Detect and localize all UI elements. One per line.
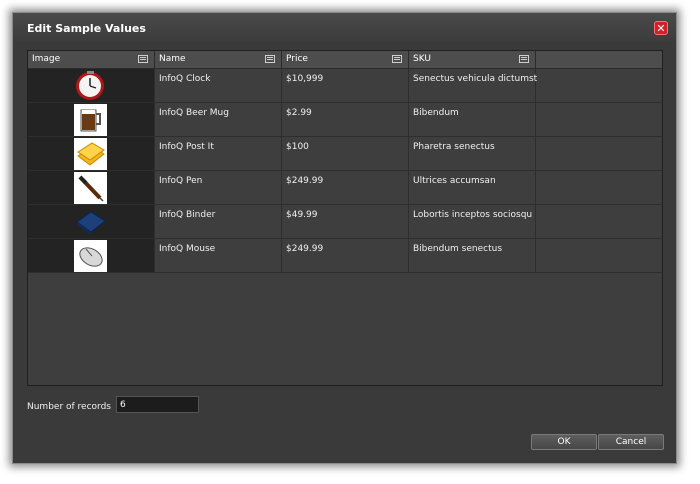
table-row[interactable]: InfoQ Post It $100 Pharetra senectus [28,137,662,171]
edit-sample-values-dialog: Edit Sample Values ✕ Image Name Price SK… [12,12,677,464]
dialog-title: Edit Sample Values [27,22,146,35]
cell-value: Senectus vehicula dictumst [413,74,538,84]
empty-cell [536,171,662,205]
cell-value: $249.99 [286,176,324,186]
image-cell[interactable] [28,171,155,205]
column-filter-icon[interactable] [265,55,275,63]
price-cell[interactable]: $249.99 [282,171,409,205]
name-cell[interactable]: InfoQ Post It [155,137,282,171]
image-cell[interactable] [28,239,155,273]
empty-cell [536,205,662,239]
price-cell[interactable]: $2.99 [282,103,409,137]
empty-cell [536,137,662,171]
image-cell[interactable] [28,69,155,103]
empty-cell [536,103,662,137]
empty-cell [536,239,662,273]
column-header-label: Price [286,54,308,64]
price-cell[interactable]: $249.99 [282,239,409,273]
cell-value: InfoQ Binder [159,210,216,220]
cell-value: Ultrices accumsan [413,176,496,186]
cell-value: InfoQ Post It [159,142,214,152]
name-cell[interactable]: InfoQ Beer Mug [155,103,282,137]
image-cell[interactable] [28,103,155,137]
sku-cell[interactable]: Lobortis inceptos sociosqu [409,205,536,239]
name-cell[interactable]: InfoQ Pen [155,171,282,205]
column-header-label: Name [159,54,186,64]
post-it-icon [74,138,107,170]
cell-value: $10,999 [286,74,324,84]
pen-icon [74,172,107,204]
image-cell[interactable] [28,205,155,239]
sku-cell[interactable]: Pharetra senectus [409,137,536,171]
column-header-price[interactable]: Price [282,51,409,69]
column-header-empty [536,51,662,69]
beer-mug-icon [74,104,107,136]
column-header-name[interactable]: Name [155,51,282,69]
column-header-label: SKU [413,54,431,64]
cell-value: $2.99 [286,108,312,118]
sku-cell[interactable]: Bibendum [409,103,536,137]
price-cell[interactable]: $10,999 [282,69,409,103]
clock-icon [74,70,107,102]
close-icon: ✕ [656,22,666,35]
price-cell[interactable]: $49.99 [282,205,409,239]
cell-value: InfoQ Beer Mug [159,108,229,118]
cell-value: $100 [286,142,309,152]
cell-value: InfoQ Mouse [159,244,216,254]
records-input[interactable] [116,396,199,413]
cell-value: Lobortis inceptos sociosqu [413,210,533,220]
cell-value: $49.99 [286,210,318,220]
binder-icon [74,206,107,238]
sku-cell[interactable]: Bibendum senectus [409,239,536,273]
ok-button[interactable]: OK [531,434,597,450]
column-header-label: Image [32,54,61,64]
column-options-icon[interactable] [138,55,148,63]
cell-value: InfoQ Pen [159,176,203,186]
name-cell[interactable]: InfoQ Clock [155,69,282,103]
close-button[interactable]: ✕ [654,21,668,35]
sku-cell[interactable]: Senectus vehicula dictumst [409,69,538,103]
mouse-icon [74,240,107,272]
cell-value: $249.99 [286,244,324,254]
table-row[interactable]: InfoQ Beer Mug $2.99 Bibendum [28,103,662,137]
image-cell[interactable] [28,137,155,171]
column-header-image[interactable]: Image [28,51,155,69]
name-cell[interactable]: InfoQ Mouse [155,239,282,273]
price-cell[interactable]: $100 [282,137,409,171]
name-cell[interactable]: InfoQ Binder [155,205,282,239]
cell-value: Bibendum [413,108,459,118]
table-row[interactable]: InfoQ Clock $10,999 Senectus vehicula di… [28,69,662,103]
column-filter-icon[interactable] [519,55,529,63]
column-filter-icon[interactable] [392,55,402,63]
table-row[interactable]: InfoQ Pen $249.99 Ultrices accumsan [28,171,662,205]
column-header-sku[interactable]: SKU [409,51,536,69]
empty-cell [536,69,662,103]
cell-value: Pharetra senectus [413,142,495,152]
cell-value: Bibendum senectus [413,244,503,254]
table-row[interactable]: InfoQ Binder $49.99 Lobortis inceptos so… [28,205,662,239]
cell-value: InfoQ Clock [159,74,211,84]
table-row[interactable]: InfoQ Mouse $249.99 Bibendum senectus [28,239,662,273]
data-grid: Image Name Price SKU InfoQ Clock $10,999… [27,50,663,386]
records-label: Number of records [27,402,111,412]
sku-cell[interactable]: Ultrices accumsan [409,171,536,205]
cancel-button[interactable]: Cancel [598,434,664,450]
title-bar: Edit Sample Values ✕ [13,13,676,41]
